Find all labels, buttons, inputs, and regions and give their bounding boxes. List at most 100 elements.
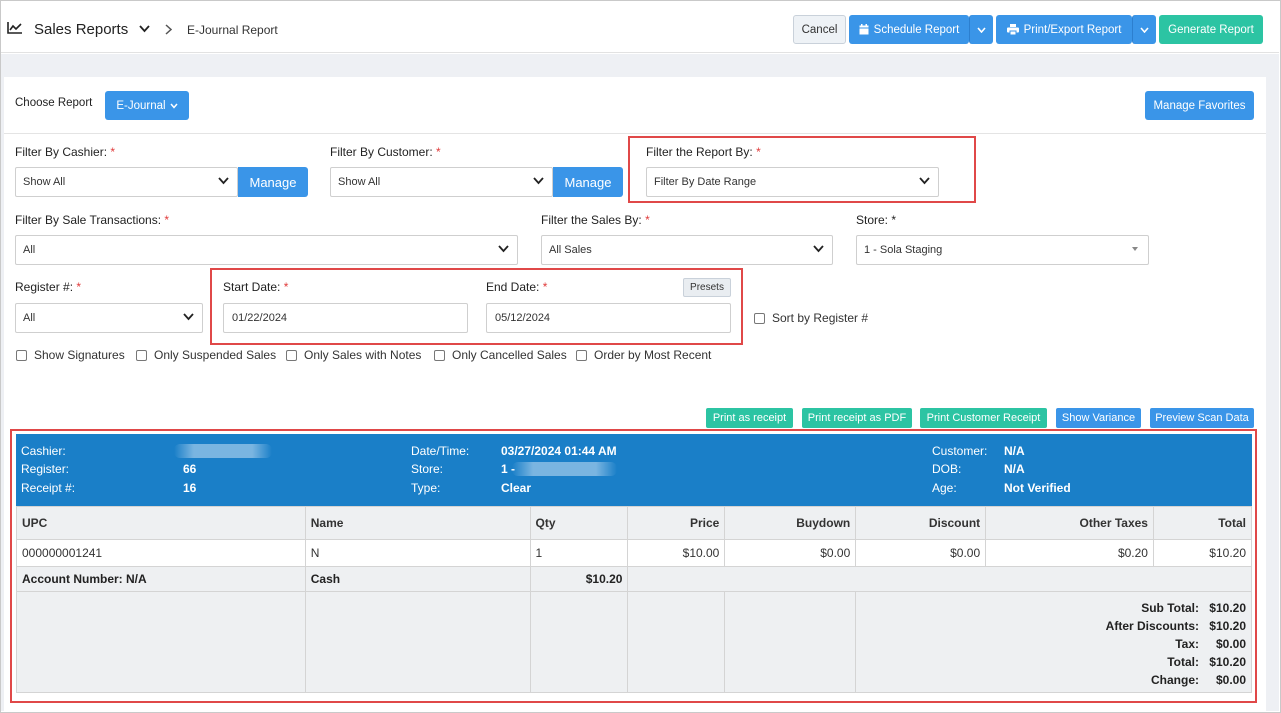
store-select[interactable]: 1 - Sola Staging [856, 235, 1149, 265]
report-select-value: E-Journal [116, 99, 166, 112]
sort-by-register-label: Sort by Register # [772, 311, 869, 325]
report-by-select[interactable]: Filter By Date Range [646, 167, 939, 197]
report-by-select-value: Filter By Date Range [654, 176, 757, 188]
column-header: Discount [855, 506, 987, 540]
generate-report-button[interactable]: Generate Report [1159, 15, 1263, 44]
customer-select[interactable]: Show All [330, 167, 553, 197]
after-discounts-line: After Discounts: $10.20 [1105, 619, 1246, 633]
checkbox-box[interactable] [16, 349, 27, 361]
manage-cashier-button[interactable]: Manage [238, 167, 308, 197]
checkbox-box[interactable] [434, 349, 445, 361]
print-export-button[interactable]: Print/Export Report [996, 15, 1132, 44]
account-number-cell: Account Number: N/A [16, 566, 306, 592]
only-suspended-checkbox[interactable]: Only Suspended Sales [136, 348, 276, 362]
calendar-icon [859, 24, 869, 35]
app-title[interactable]: Sales Reports [34, 21, 128, 38]
table-header-row: UPC Name Qty Price Buydown Discount Othe… [16, 506, 1253, 540]
chevron-down-icon [183, 313, 194, 321]
schedule-report-button[interactable]: Schedule Report [849, 15, 969, 44]
receipt-number-label: Receipt #: [21, 481, 76, 495]
print-export-label: Print/Export Report [1023, 23, 1122, 36]
column-header: Total [1152, 506, 1253, 540]
upc-cell: 000000001241 [16, 539, 306, 567]
report-by-label: Filter the Report By: * [646, 145, 761, 159]
empty-cell [304, 591, 531, 693]
receipt-number-value: 16 [183, 481, 197, 495]
sort-by-register-checkbox[interactable]: Sort by Register # [754, 311, 868, 325]
age-label: Age: [932, 481, 957, 495]
checkbox-box[interactable] [754, 312, 765, 324]
register-label: Register: [21, 462, 70, 476]
manage-favorites-button[interactable]: Manage Favorites [1145, 91, 1254, 120]
redacted-store [512, 462, 617, 476]
show-variance-button[interactable]: Show Variance [1056, 408, 1141, 428]
print-as-receipt-button[interactable]: Print as receipt [706, 408, 793, 428]
manage-customer-button[interactable]: Manage [553, 167, 623, 197]
cancel-button-label: Cancel [801, 23, 838, 36]
age-value: Not Verified [1004, 481, 1071, 495]
column-header: Other Taxes [985, 506, 1154, 540]
order-recent-checkbox[interactable]: Order by Most Recent [576, 348, 711, 362]
cancel-button[interactable]: Cancel [793, 15, 846, 44]
caret-down-icon [1132, 247, 1138, 251]
only-notes-checkbox[interactable]: Only Sales with Notes [286, 348, 421, 362]
receipt-table: UPC Name Qty Price Buydown Discount Othe… [16, 506, 1253, 693]
register-value: 66 [183, 462, 197, 476]
print-pdf-button[interactable]: Print receipt as PDF [802, 408, 912, 428]
cashier-select[interactable]: Show All [15, 167, 238, 197]
payment-row: Account Number: N/A Cash $10.20 [16, 566, 1252, 592]
store-label: Store: [411, 462, 444, 476]
chevron-down-icon [1140, 26, 1149, 33]
chevron-down-icon [170, 103, 178, 109]
payment-method-cell: Cash [304, 566, 531, 592]
checkbox-box[interactable] [286, 349, 297, 361]
empty-cell [724, 591, 857, 693]
cashier-filter-label: Filter By Cashier: * [15, 145, 116, 159]
register-label: Register #: * [15, 280, 82, 294]
checkbox-box[interactable] [136, 349, 147, 361]
cashier-label: Cashier: [21, 444, 66, 458]
column-header: UPC [16, 506, 306, 540]
report-select-button[interactable]: E-Journal [105, 91, 189, 120]
only-suspended-label: Only Suspended Sales [154, 348, 277, 362]
totals-cell: Sub Total: $10.20 After Discounts: $10.20 … [855, 591, 1252, 693]
preview-scan-data-button[interactable]: Preview Scan Data [1150, 408, 1254, 428]
subtotal-line: Sub Total: $10.20 [1141, 601, 1246, 615]
sales-by-value: All Sales [549, 244, 592, 256]
empty-cell [627, 566, 1252, 592]
empty-cell [16, 591, 306, 693]
end-date-input[interactable]: 05/12/2024 [486, 303, 731, 333]
page-background-left [1, 77, 4, 711]
chevron-down-icon [533, 177, 544, 185]
register-select[interactable]: All [15, 303, 203, 333]
checkbox-box[interactable] [576, 349, 587, 361]
chevron-down-icon [813, 245, 824, 253]
payment-amount-cell: $10.20 [529, 566, 629, 592]
schedule-report-dropdown[interactable] [969, 15, 993, 44]
end-date-value: 05/12/2024 [495, 312, 551, 324]
print-customer-receipt-button[interactable]: Print Customer Receipt [920, 408, 1047, 428]
customer-filter-label: Filter By Customer: * [330, 145, 441, 159]
name-cell: N [304, 539, 531, 567]
qty-cell: 1 [529, 539, 629, 567]
start-date-value: 01/22/2024 [232, 312, 288, 324]
sale-transactions-select[interactable]: All [15, 235, 518, 265]
sales-by-label: Filter the Sales By: * [541, 213, 650, 227]
generate-report-label: Generate Report [1168, 23, 1254, 36]
register-select-value: All [23, 312, 36, 324]
only-notes-label: Only Sales with Notes [304, 348, 422, 362]
sale-transactions-label: Filter By Sale Transactions: * [15, 213, 170, 227]
receipt-header: Cashier: Register: 66 Receipt #: 16 Date… [16, 434, 1252, 506]
breadcrumb-current: E-Journal Report [187, 23, 278, 37]
show-signatures-checkbox[interactable]: Show Signatures [16, 348, 125, 362]
print-export-dropdown[interactable] [1132, 15, 1156, 44]
chevron-down-icon[interactable] [139, 25, 150, 33]
cashier-select-value: Show All [23, 176, 66, 188]
manage-customer-label: Manage [564, 174, 612, 190]
customer-label: Customer: [932, 444, 988, 458]
sales-by-select[interactable]: All Sales [541, 235, 833, 265]
presets-button[interactable]: Presets [683, 278, 731, 297]
start-date-input[interactable]: 01/22/2024 [223, 303, 468, 333]
totals-summary: Sub Total: $10.20 After Discounts: $10.20 … [861, 592, 1246, 689]
only-cancelled-checkbox[interactable]: Only Cancelled Sales [434, 348, 567, 362]
